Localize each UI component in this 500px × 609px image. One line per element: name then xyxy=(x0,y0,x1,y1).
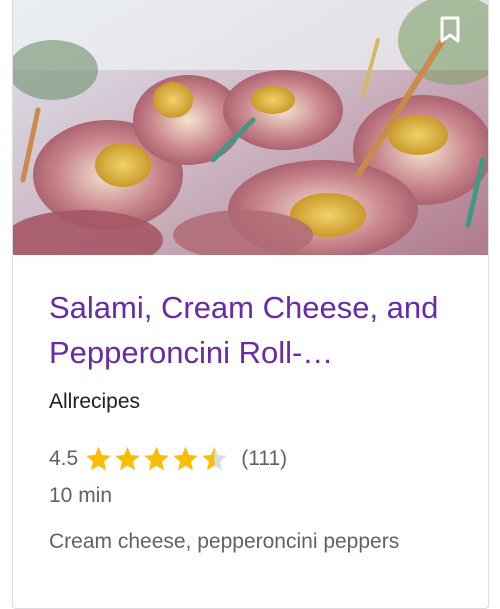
recipe-title-link[interactable]: Salami, Cream Cheese, and Pepperoncini R… xyxy=(49,290,438,370)
cook-time: 10 min xyxy=(49,484,113,507)
rating-value: 4.5 xyxy=(49,447,79,470)
bookmark-icon[interactable] xyxy=(432,12,468,48)
star-icon xyxy=(115,446,140,471)
recipe-title[interactable]: Salami, Cream Cheese, and Pepperoncini R… xyxy=(49,285,469,375)
recipe-card[interactable]: Salami, Cream Cheese, and Pepperoncini R… xyxy=(12,0,489,609)
ingredients-text: Cream cheese, pepperoncini peppers xyxy=(49,530,400,553)
rating-row: 4.5 (111) xyxy=(49,445,287,473)
recipe-photo[interactable] xyxy=(13,0,488,255)
review-count: (111) xyxy=(241,447,288,470)
star-icon xyxy=(86,446,111,471)
star-icon xyxy=(202,446,227,471)
star-icon xyxy=(144,446,169,471)
star-icon xyxy=(173,446,198,471)
star-rating xyxy=(84,445,229,473)
recipe-source: Allrecipes xyxy=(49,390,141,413)
